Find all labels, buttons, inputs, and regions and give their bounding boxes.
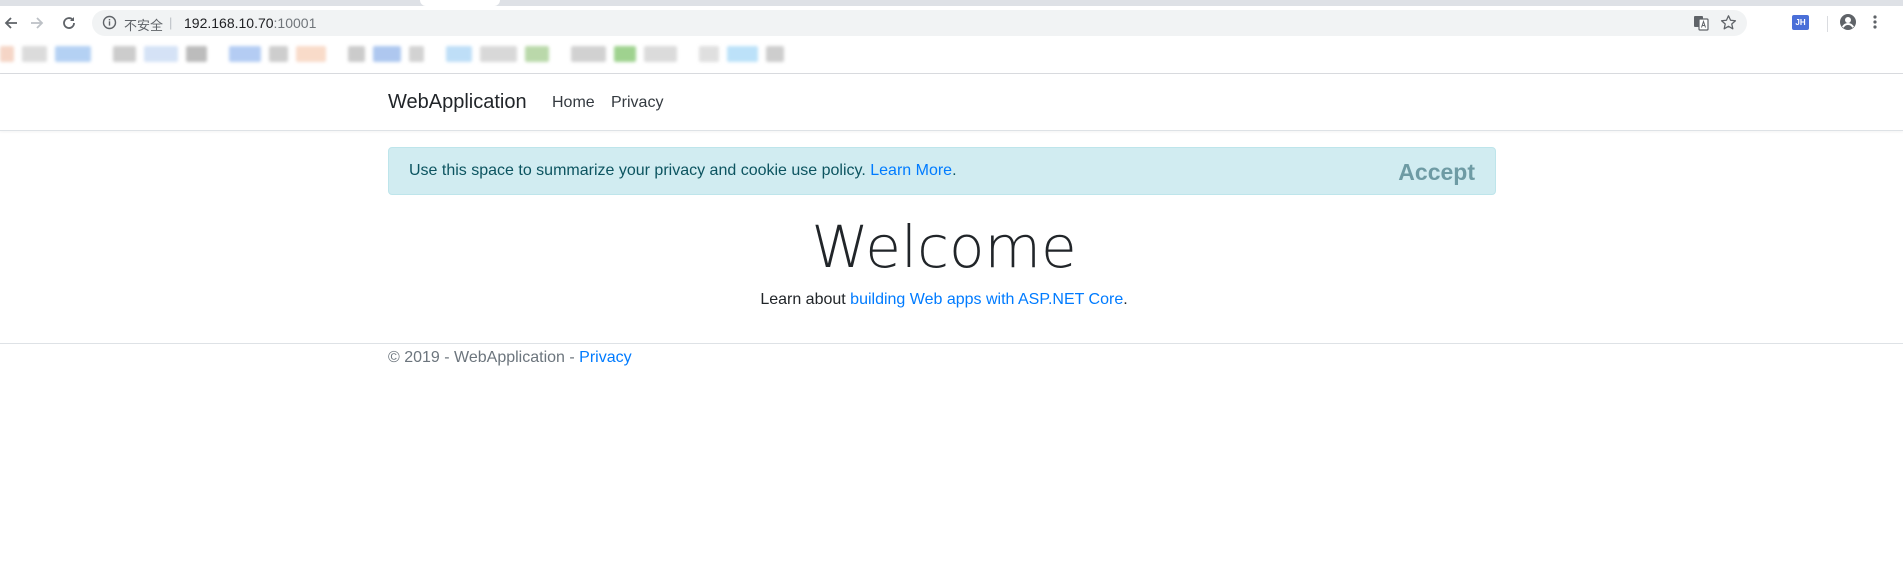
- accept-button[interactable]: Accept: [1398, 159, 1475, 186]
- bookmark-item[interactable]: [55, 46, 91, 62]
- back-icon[interactable]: [0, 12, 22, 34]
- reload-icon[interactable]: [58, 12, 80, 34]
- bookmark-item[interactable]: [525, 46, 549, 62]
- bookmark-item[interactable]: [446, 46, 472, 62]
- bookmark-item[interactable]: [727, 46, 758, 62]
- bookmark-item[interactable]: [373, 46, 401, 62]
- bookmarks-bar: [0, 39, 1903, 74]
- nav-link-privacy[interactable]: Privacy: [611, 94, 663, 112]
- url-host: 192.168.10.70: [184, 15, 274, 31]
- extension-icon[interactable]: JH: [1792, 15, 1809, 30]
- profile-icon[interactable]: [1839, 13, 1857, 36]
- more-menu-icon[interactable]: [1872, 14, 1878, 35]
- bookmark-item[interactable]: [144, 46, 178, 62]
- footer-copyright: © 2019 - WebApplication -: [388, 349, 580, 366]
- cookie-message-period: .: [952, 162, 957, 179]
- bookmark-item[interactable]: [348, 46, 365, 62]
- url-port: :10001: [273, 15, 317, 31]
- bookmark-item[interactable]: [113, 46, 136, 62]
- nav-link-home[interactable]: Home: [552, 94, 595, 112]
- bookmark-star-icon[interactable]: [1720, 14, 1737, 36]
- aspnet-docs-link[interactable]: building Web apps with ASP.NET Core: [850, 291, 1123, 308]
- forward-icon[interactable]: [26, 12, 48, 34]
- site-footer: © 2019 - WebApplication - Privacy: [388, 349, 632, 367]
- translate-icon[interactable]: [1693, 15, 1709, 36]
- bookmark-item[interactable]: [229, 46, 261, 62]
- toolbar-divider: [1827, 16, 1828, 32]
- url-text[interactable]: 192.168.10.70:10001: [184, 15, 316, 31]
- bookmark-item[interactable]: [766, 46, 784, 62]
- bookmark-item[interactable]: [296, 46, 326, 62]
- cookie-message: Use this space to summarize your privacy…: [409, 162, 957, 180]
- browser-toolbar: 不安全 | 192.168.10.70:10001 JH: [0, 6, 1903, 39]
- cookie-message-text: Use this space to summarize your privacy…: [409, 162, 866, 179]
- intro-text: Learn about building Web apps with ASP.N…: [0, 291, 1888, 309]
- bookmark-item[interactable]: [480, 46, 517, 62]
- footer-privacy-link[interactable]: Privacy: [579, 349, 631, 366]
- bookmark-item[interactable]: [269, 46, 288, 62]
- info-icon[interactable]: [102, 15, 117, 35]
- cookie-consent-banner: Use this space to summarize your privacy…: [388, 147, 1496, 195]
- page-title: Welcome: [811, 213, 1077, 281]
- bookmark-item[interactable]: [409, 46, 424, 62]
- intro-prefix: Learn about: [760, 291, 846, 308]
- bookmark-item[interactable]: [644, 46, 677, 62]
- bookmark-item[interactable]: [0, 46, 14, 62]
- address-bar[interactable]: 不安全 | 192.168.10.70:10001: [92, 10, 1747, 36]
- bookmark-item[interactable]: [22, 46, 47, 62]
- navbar-brand[interactable]: WebApplication: [388, 91, 527, 114]
- bookmark-item[interactable]: [614, 46, 636, 62]
- learn-more-link[interactable]: Learn More: [870, 162, 952, 179]
- url-separator: |: [169, 15, 173, 30]
- intro-suffix: .: [1123, 291, 1128, 308]
- site-navbar: WebApplication Home Privacy: [0, 74, 1903, 131]
- bookmark-item[interactable]: [186, 46, 207, 62]
- bookmark-item[interactable]: [699, 46, 719, 62]
- bookmark-item[interactable]: [571, 46, 606, 62]
- security-label: 不安全: [124, 19, 164, 34]
- footer-divider: [0, 343, 1903, 344]
